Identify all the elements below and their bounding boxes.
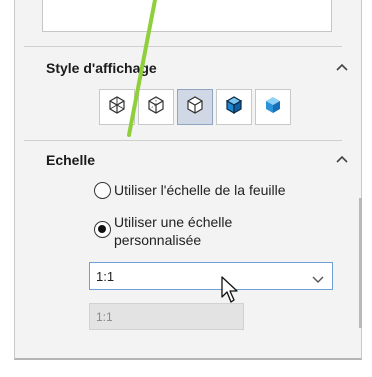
scale-dropdown-value: 1:1 (96, 268, 115, 284)
sheet-scale-radio[interactable] (94, 182, 111, 199)
custom-scale-label-line1: Utiliser une échelle (114, 214, 233, 230)
scale-dropdown[interactable]: 1:1 (89, 262, 333, 290)
section-divider (24, 46, 342, 47)
collapse-scale-icon[interactable] (336, 155, 352, 167)
hidden-lines-visible-button[interactable] (138, 89, 174, 125)
collapse-display-style-icon[interactable] (336, 63, 352, 75)
custom-scale-value: 1:1 (96, 309, 113, 324)
custom-scale-label: Utiliser une échelle personnalisée (114, 213, 232, 249)
custom-scale-label-line2: personnalisée (114, 232, 202, 248)
sheet-scale-label: Utiliser l'échelle de la feuille (114, 182, 286, 198)
scale-title: Echelle (46, 152, 96, 168)
custom-scale-radio[interactable] (94, 221, 111, 238)
display-style-toolbar (99, 89, 293, 125)
wireframe-button[interactable] (99, 89, 135, 125)
display-style-title: Style d'affichage (46, 60, 157, 76)
hidden-lines-removed-icon (184, 94, 206, 121)
previous-section-field (42, 0, 332, 32)
wireframe-icon (106, 94, 128, 121)
shaded-with-edges-button[interactable] (216, 89, 252, 125)
mouse-cursor-icon (221, 276, 241, 309)
property-manager-frame: Style d'affichage Echelle Utiliser l'éch… (0, 0, 372, 377)
chevron-down-icon[interactable] (312, 272, 324, 287)
section-divider (24, 140, 342, 141)
hidden-lines-visible-icon (145, 94, 167, 121)
hidden-lines-removed-button[interactable] (177, 89, 213, 125)
sheet-scale-option[interactable]: Utiliser l'échelle de la feuille (94, 182, 286, 199)
panel-scrollbar[interactable] (359, 198, 362, 328)
custom-scale-option[interactable]: Utiliser une échelle personnalisée (94, 213, 232, 249)
shaded-icon (262, 94, 284, 121)
shaded-button[interactable] (255, 89, 291, 125)
shaded-with-edges-icon (223, 94, 245, 121)
